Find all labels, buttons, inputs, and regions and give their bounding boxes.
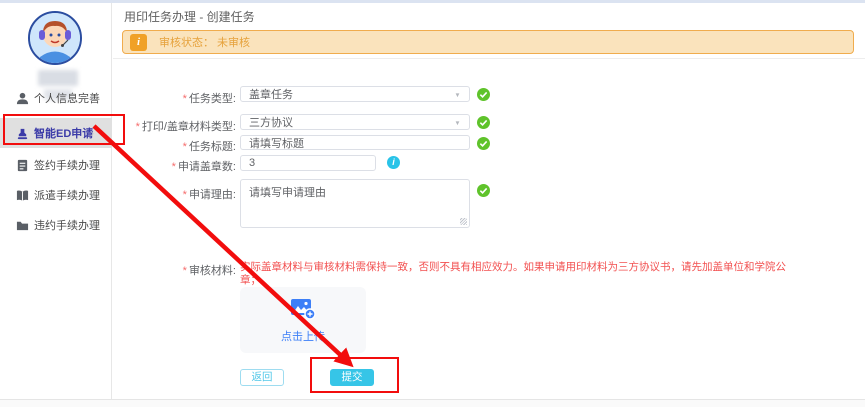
chevron-right-icon: › xyxy=(90,218,94,232)
required-mark: * xyxy=(183,189,187,201)
reason-textarea[interactable]: 请填写申请理由 xyxy=(240,179,470,228)
chevron-down-icon: ▼ xyxy=(454,120,460,127)
required-mark: * xyxy=(183,265,187,277)
stamp-count-input[interactable]: 3 xyxy=(240,155,376,171)
sidebar-item-label: 智能ED申请 xyxy=(34,125,93,141)
sidebar-item-dispatch-procedures[interactable]: 派遣手续办理 › xyxy=(0,180,112,210)
reason-label: *申请理由: xyxy=(118,186,236,202)
status-alert: i 审核状态： 未审核 xyxy=(122,30,854,54)
alert-text: 审核状态： 未审核 xyxy=(159,31,250,55)
sidebar-item-personal-info[interactable]: 个人信息完善 › xyxy=(0,83,112,113)
task-type-label: *任务类型: xyxy=(118,90,236,106)
required-mark: * xyxy=(183,93,187,105)
task-title-input[interactable]: 请填写标题 xyxy=(240,135,470,150)
valid-check-icon xyxy=(477,88,490,101)
avatar-cartoon-face xyxy=(30,13,80,63)
sidebar-item-breach-procedures[interactable]: 违约手续办理 › xyxy=(0,210,112,240)
avatar xyxy=(28,11,82,65)
required-mark: * xyxy=(172,161,176,173)
chevron-right-icon: › xyxy=(90,188,94,202)
review-material-warning: 实际盖章材料与审核材料需保持一致，否则不具有相应效力。如果申请用印材料为三方协议… xyxy=(240,261,800,287)
person-icon xyxy=(16,91,30,105)
upload-dropzone[interactable]: 点击上传 xyxy=(240,287,366,353)
reason-value: 请填写申请理由 xyxy=(249,184,326,200)
upload-label: 点击上传 xyxy=(240,328,366,344)
valid-check-icon xyxy=(477,184,490,197)
required-mark: * xyxy=(183,141,187,153)
material-type-select[interactable]: 三方协议 ▼ xyxy=(240,114,470,130)
chevron-right-icon: › xyxy=(90,158,94,172)
task-title-value: 请填写标题 xyxy=(249,135,304,151)
info-alert-icon: i xyxy=(130,34,147,51)
app-window: 个人信息完善 › 智能ED申请 › 签约手续办理 › 派遣手续办理 › xyxy=(0,0,865,407)
stamp-icon xyxy=(16,126,30,140)
review-material-label: *审核材料: xyxy=(118,262,236,278)
book-icon xyxy=(16,188,30,202)
sidebar-item-smart-print-apply[interactable]: 智能ED申请 › xyxy=(0,118,112,148)
stamp-count-label: *申请盖章数: xyxy=(118,158,236,174)
folder-icon xyxy=(16,218,30,232)
valid-check-icon xyxy=(477,137,490,150)
required-mark: * xyxy=(136,121,140,133)
valid-check-icon xyxy=(477,116,490,129)
material-type-value: 三方协议 xyxy=(249,114,293,130)
sidebar-item-contract-procedures[interactable]: 签约手续办理 › xyxy=(0,150,112,180)
submit-button[interactable]: 提交 xyxy=(330,369,374,386)
chevron-right-icon: › xyxy=(90,126,94,140)
stamp-count-value: 3 xyxy=(249,157,255,169)
page-title: 用印任务办理 - 创建任务 xyxy=(124,8,255,25)
task-title-label: *任务标题: xyxy=(118,138,236,154)
chevron-down-icon: ▼ xyxy=(454,92,460,99)
task-type-select[interactable]: 盖章任务 ▼ xyxy=(240,86,470,102)
info-tooltip-icon[interactable]: i xyxy=(387,156,400,169)
window-top-strip xyxy=(0,0,865,3)
header-divider xyxy=(113,58,865,59)
resize-handle-icon[interactable] xyxy=(460,218,467,225)
task-type-value: 盖章任务 xyxy=(249,86,293,102)
material-type-label: *打印/盖章材料类型: xyxy=(118,118,236,134)
image-plus-icon xyxy=(290,298,316,320)
chevron-right-icon: › xyxy=(90,91,94,105)
back-button[interactable]: 返回 xyxy=(240,369,284,386)
contract-icon xyxy=(16,158,30,172)
sidebar: 个人信息完善 › 智能ED申请 › 签约手续办理 › 派遣手续办理 › xyxy=(0,3,112,399)
bottom-divider xyxy=(0,399,865,407)
